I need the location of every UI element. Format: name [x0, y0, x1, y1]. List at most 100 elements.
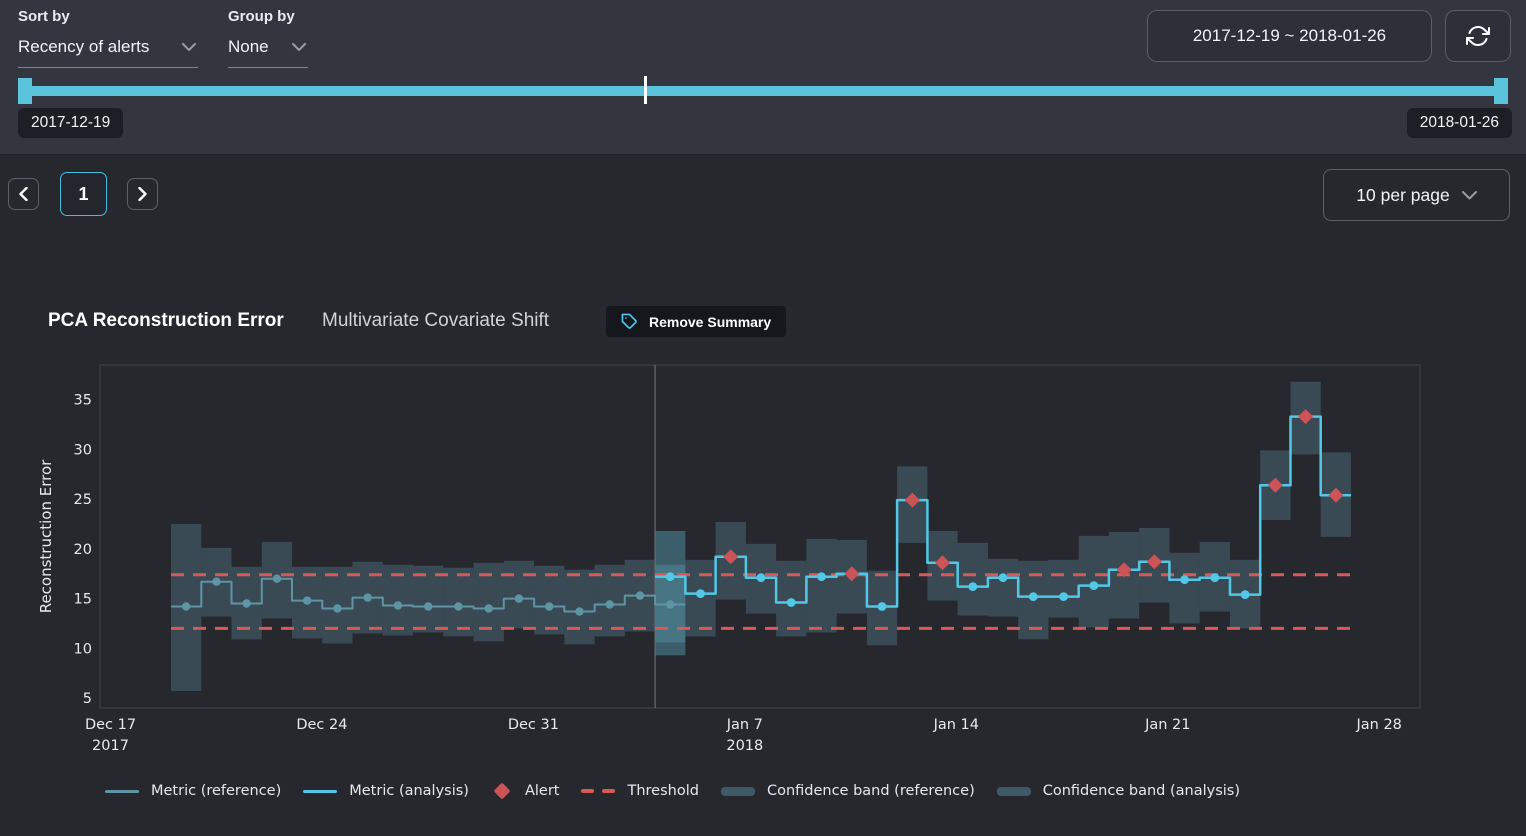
- refresh-button[interactable]: [1445, 10, 1511, 62]
- legend-item-metric-reference[interactable]: Metric (reference): [105, 783, 281, 799]
- tag-icon: [621, 313, 638, 330]
- current-page-button[interactable]: 1: [60, 172, 107, 216]
- plot-area-border: [100, 365, 1420, 708]
- analysis-point[interactable]: [787, 598, 796, 607]
- reference-point[interactable]: [636, 591, 644, 599]
- y-tick-label: 30: [74, 442, 92, 458]
- reference-point[interactable]: [303, 596, 311, 604]
- reference-point[interactable]: [485, 604, 493, 612]
- per-page-select[interactable]: 10 per page: [1323, 169, 1510, 221]
- remove-summary-button[interactable]: Remove Summary: [606, 306, 786, 337]
- analysis-point[interactable]: [817, 572, 826, 581]
- x-tick-label: Dec 24: [296, 717, 347, 733]
- band-swatch-icon: [721, 787, 755, 796]
- confidence-band-reference: [443, 568, 473, 637]
- legend-item-confidence-band-analysis[interactable]: Confidence band (analysis): [997, 783, 1240, 799]
- group-by-select[interactable]: None: [228, 33, 308, 68]
- analysis-point[interactable]: [1059, 592, 1068, 601]
- confidence-band-analysis: [655, 531, 685, 655]
- x-tick-label: Jan 28: [1355, 717, 1401, 733]
- reference-point[interactable]: [454, 602, 462, 610]
- dash-swatch-icon: [581, 789, 615, 793]
- chevron-down-icon: [1462, 191, 1477, 200]
- slider-end-date-chip: 2018-01-26: [1407, 108, 1512, 138]
- x-tick-sublabel: 2017: [92, 738, 129, 754]
- sort-by-label: Sort by: [18, 8, 70, 25]
- next-page-button[interactable]: [127, 178, 158, 210]
- x-tick-label: Dec 17: [85, 717, 136, 733]
- analysis-point[interactable]: [696, 589, 705, 598]
- legend-label: Confidence band (reference): [767, 783, 975, 799]
- sort-by-value: Recency of alerts: [18, 37, 149, 57]
- x-tick-label: Jan 21: [1144, 717, 1190, 733]
- confidence-band-analysis: [685, 560, 715, 637]
- legend-label: Confidence band (analysis): [1043, 783, 1240, 799]
- y-tick-label: 20: [74, 542, 92, 558]
- refresh-icon: [1466, 24, 1490, 48]
- legend-label: Threshold: [627, 783, 698, 799]
- reference-point[interactable]: [515, 594, 523, 602]
- slider-handle-start[interactable]: [18, 78, 32, 104]
- prev-page-button[interactable]: [8, 178, 39, 210]
- reference-point[interactable]: [364, 593, 372, 601]
- confidence-band-reference: [564, 570, 594, 645]
- reference-point[interactable]: [424, 602, 432, 610]
- legend-item-alert[interactable]: Alert: [491, 783, 560, 799]
- band-swatch-icon: [997, 787, 1031, 796]
- topbar: Sort by Recency of alerts Group by None …: [0, 0, 1526, 155]
- date-range-slider-track[interactable]: [18, 86, 1508, 96]
- y-tick-label: 25: [74, 492, 92, 508]
- sort-by-select[interactable]: Recency of alerts: [18, 33, 198, 68]
- confidence-band-analysis: [1048, 560, 1078, 618]
- analysis-point[interactable]: [1029, 592, 1038, 601]
- y-tick-label: 10: [74, 641, 92, 657]
- date-range-input[interactable]: 2017-12-19 ~ 2018-01-26: [1147, 10, 1432, 62]
- diamond-swatch-icon: [493, 783, 510, 800]
- legend-item-threshold[interactable]: Threshold: [581, 783, 698, 799]
- legend-label: Metric (analysis): [349, 783, 469, 799]
- y-axis-title: Reconstruction Error: [37, 459, 55, 613]
- group-by-value: None: [228, 37, 269, 57]
- analysis-point[interactable]: [1210, 573, 1219, 582]
- line-swatch-icon: [303, 790, 337, 793]
- reference-point[interactable]: [606, 600, 614, 608]
- analysis-point[interactable]: [968, 582, 977, 591]
- reference-point[interactable]: [545, 602, 553, 610]
- slider-position-marker: [644, 76, 647, 104]
- chevron-down-icon: [182, 43, 196, 51]
- chart-legend: Metric (reference) Metric (analysis) Alert…: [105, 783, 1240, 799]
- analysis-point[interactable]: [666, 572, 675, 581]
- chart-subtitle: Multivariate Covariate Shift: [322, 310, 549, 332]
- legend-item-metric-analysis[interactable]: Metric (analysis): [303, 783, 469, 799]
- y-tick-label: 5: [83, 691, 92, 707]
- chevron-left-icon: [19, 187, 28, 201]
- slider-handle-end[interactable]: [1494, 78, 1508, 104]
- reference-point[interactable]: [575, 607, 583, 615]
- reference-point[interactable]: [273, 575, 281, 583]
- group-by-label: Group by: [228, 8, 295, 25]
- chart-title: PCA Reconstruction Error: [48, 310, 284, 332]
- analysis-point[interactable]: [1089, 581, 1098, 590]
- analysis-point[interactable]: [757, 573, 766, 582]
- reference-point[interactable]: [666, 600, 674, 608]
- chevron-right-icon: [138, 187, 147, 201]
- analysis-point[interactable]: [1180, 575, 1189, 584]
- confidence-band-analysis: [806, 539, 836, 633]
- reference-point[interactable]: [242, 599, 250, 607]
- analysis-point[interactable]: [878, 602, 887, 611]
- legend-item-confidence-band-reference[interactable]: Confidence band (reference): [721, 783, 975, 799]
- per-page-value: 10 per page: [1356, 185, 1449, 206]
- x-tick-label: Jan 14: [933, 717, 979, 733]
- analysis-point[interactable]: [999, 573, 1008, 582]
- analysis-point[interactable]: [1241, 590, 1250, 599]
- reference-point[interactable]: [394, 601, 402, 609]
- legend-label: Metric (reference): [151, 783, 281, 799]
- reference-point[interactable]: [333, 604, 341, 612]
- remove-summary-label: Remove Summary: [649, 314, 771, 330]
- x-tick-label: Jan 7: [726, 717, 763, 733]
- reference-point[interactable]: [182, 602, 190, 610]
- chevron-down-icon: [292, 43, 306, 51]
- metric-step-chart: 5101520253035Reconstruction ErrorDec 172…: [0, 350, 1526, 770]
- reference-point[interactable]: [212, 578, 220, 586]
- x-tick-label: Dec 31: [508, 717, 559, 733]
